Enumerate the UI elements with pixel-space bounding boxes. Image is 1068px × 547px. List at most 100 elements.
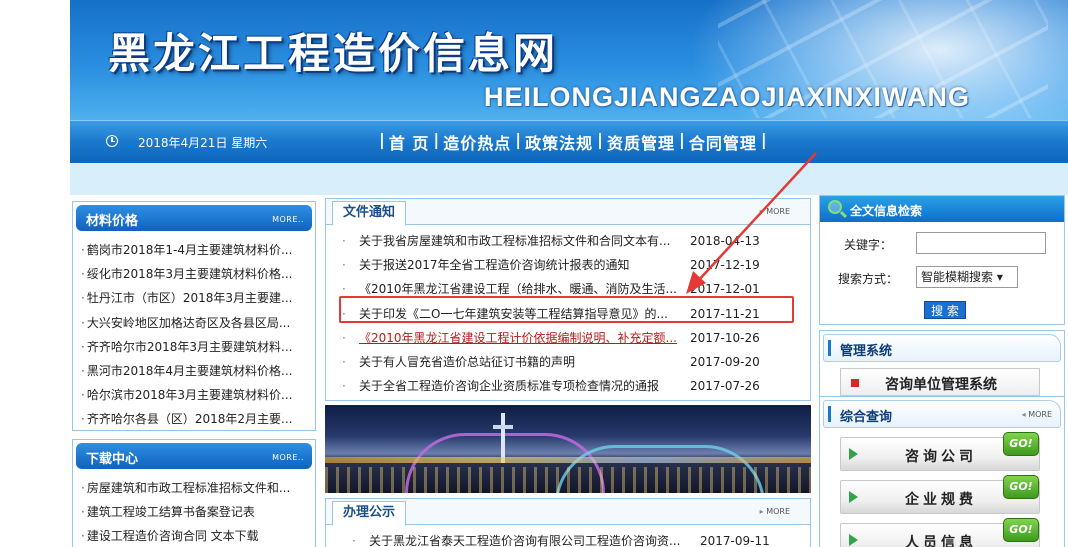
nav-separator: | (679, 130, 685, 149)
notice-date: 2017-12-19 (690, 258, 760, 273)
search-icon (828, 200, 842, 214)
bullet: · (342, 330, 346, 345)
list-item[interactable]: 建设工程造价咨询合同 文本下载 (81, 524, 309, 547)
materials-header: 材料价格 MORE.. (76, 205, 312, 231)
table-row[interactable]: · 《2010年黑龙江省建设工程计价依据编制说明、补充定额... 2017-10… (326, 326, 810, 350)
nav-separator: | (515, 130, 522, 149)
downloads-title: 下载中心 (86, 452, 139, 467)
nav-separator: | (760, 130, 767, 149)
publicity-tabbar: 办理公示 MORE (326, 499, 810, 526)
publicity-panel: 办理公示 MORE · 关于黑龙江省泰天工程造价咨询有限公司工程造价咨询资...… (325, 498, 811, 547)
list-item[interactable]: 绥化市2018年3月主要建筑材料价格... (81, 262, 309, 286)
tab-notices[interactable]: 文件通知 (332, 201, 407, 226)
downloads-panel: 下载中心 MORE.. 房屋建筑和市政工程标准招标文件和... 建筑工程竣工结算… (72, 439, 316, 547)
nav-separator: | (379, 130, 385, 149)
enterprise-fees-button[interactable]: 企业规费 GO! (840, 475, 1040, 514)
table-row[interactable]: · 关于全省工程造价咨询企业资质标准专项检查情况的通报 2017-07-26 (326, 374, 810, 398)
publicity-more-link[interactable]: MORE (760, 507, 790, 516)
notice-date: 2018-04-13 (690, 234, 760, 248)
search-button[interactable]: 搜 索 (924, 301, 966, 319)
list-item[interactable]: 大兴安岭地区加格达奇区及各县区局... (81, 311, 309, 335)
query-more-link[interactable]: MORE (1022, 410, 1052, 419)
header-accent (828, 406, 831, 422)
nav-contract[interactable]: 合同管理 (689, 130, 757, 154)
notices-more-link[interactable]: MORE (760, 207, 790, 216)
notice-date: 2017-10-26 (690, 330, 760, 345)
keyword-label: 关键字： (844, 238, 893, 252)
photo-tower (501, 413, 505, 463)
list-item[interactable]: 牡丹江市（市区）2018年3月主要建... (81, 286, 309, 310)
downloads-list: 房屋建筑和市政工程标准招标文件和... 建筑工程竣工结算书备案登记表 建设工程造… (73, 472, 315, 547)
nav-policy[interactable]: 政策法规 (525, 130, 593, 154)
go-badge: GO! (1003, 475, 1039, 499)
notice-title[interactable]: 关于有人冒充省造价总站征订书籍的声明 (359, 350, 679, 374)
bridge-night-photo (325, 405, 811, 493)
site-title: 黑龙江工程造价信息网 (108, 29, 559, 78)
search-mode-select[interactable]: 智能模糊搜索 ▾ (916, 266, 1018, 288)
current-date: 2018年4月21日 星期六 (138, 136, 268, 150)
table-row[interactable]: · 关于有人冒充省造价总站征订书籍的声明 2017-09-20 (326, 350, 810, 374)
search-panel: 全文信息检索 关键字： 搜索方式： 智能模糊搜索 ▾ 搜 索 (819, 195, 1065, 325)
table-row[interactable]: · 关于报送2017年全省工程造价咨询统计报表的通知 2017-12-19 (326, 253, 810, 277)
nav-separator: | (433, 130, 440, 149)
materials-panel: 材料价格 MORE.. 鹤岗市2018年1-4月主要建筑材料价... 绥化市20… (72, 201, 316, 431)
list-item[interactable]: 哈尔滨市2018年3月主要建筑材料价... (81, 383, 309, 407)
list-item[interactable]: 建筑工程竣工结算书备案登记表 (81, 500, 309, 524)
photo-lights (325, 467, 811, 493)
notice-title[interactable]: 关于报送2017年全省工程造价咨询统计报表的通知 (359, 253, 679, 277)
consulting-unit-system-button[interactable]: 咨询单位管理系统 (840, 368, 1040, 396)
list-item[interactable]: 房屋建筑和市政工程标准招标文件和... (81, 476, 309, 500)
publicity-title[interactable]: 关于黑龙江省泰天工程造价咨询有限公司工程造价咨询资... (369, 529, 689, 547)
nav-menu: | 首 页 | 造价热点 | 政策法规 | 资质管理 | 合同管理 | (375, 130, 771, 154)
nav-qualification[interactable]: 资质管理 (607, 130, 675, 154)
table-row[interactable]: · 关于我省房屋建筑和市政工程标准招标文件和合同文本有... 2018-04-1… (326, 229, 810, 253)
management-header: 管理系统 (823, 334, 1061, 362)
materials-more-link[interactable]: MORE.. (272, 215, 304, 224)
nav-cost-hotspot[interactable]: 造价热点 (443, 130, 511, 154)
search-header: 全文信息检索 (820, 196, 1064, 222)
bullet: · (352, 534, 356, 547)
bullet: · (342, 379, 346, 394)
list-item[interactable]: 齐齐哈尔各县（区）2018年2月主要... (81, 407, 309, 431)
publicity-list: · 关于黑龙江省泰天工程造价咨询有限公司工程造价咨询资... 2017-09-1… (326, 525, 810, 547)
consulting-company-button[interactable]: 咨询公司 GO! (840, 432, 1040, 471)
notice-date: 2017-07-26 (690, 379, 760, 394)
personnel-info-button[interactable]: 人员信息 GO! (840, 518, 1040, 547)
list-item[interactable]: 齐齐哈尔市2018年3月主要建筑材料... (81, 335, 309, 359)
materials-title: 材料价格 (86, 214, 139, 229)
notice-title[interactable]: 《2010年黑龙江省建设工程计价依据编制说明、补充定额... (359, 326, 679, 350)
keyword-input[interactable] (916, 232, 1046, 254)
highlight-box (339, 296, 794, 323)
notices-tabbar: 文件通知 MORE (326, 199, 810, 226)
tab-publicity[interactable]: 办理公示 (332, 501, 407, 526)
nav-separator: | (597, 130, 603, 149)
notice-title[interactable]: 关于我省房屋建筑和市政工程标准招标文件和合同文本有... (359, 229, 679, 253)
query-title: 综合查询 (840, 410, 893, 425)
photo-horizon (325, 457, 811, 463)
list-item[interactable]: 黑河市2018年4月主要建筑材料价格... (81, 359, 309, 383)
notice-title[interactable]: 关于全省工程造价咨询企业资质标准专项检查情况的通报 (359, 374, 679, 398)
consulting-unit-system-label: 咨询单位管理系统 (885, 377, 997, 393)
site-subtitle: HEILONGJIANGZAOJIAXINXIWANG (484, 82, 971, 112)
search-mode-label: 搜索方式： (838, 272, 899, 286)
nav-home[interactable]: 首 页 (389, 130, 430, 154)
materials-list: 鹤岗市2018年1-4月主要建筑材料价... 绥化市2018年3月主要建筑材料价… (73, 234, 315, 432)
main-nav: 2018年4月21日 星期六 | 首 页 | 造价热点 | 政策法规 | 资质管… (70, 120, 1068, 163)
notice-date: 2017-09-20 (690, 354, 760, 369)
list-item[interactable]: 鹤岗市2018年1-4月主要建筑材料价... (81, 238, 309, 262)
query-panel: 综合查询 MORE 咨询公司 GO! 企业规费 GO! 人员信息 GO! (819, 396, 1065, 547)
publicity-date: 2017-09-11 (700, 534, 770, 547)
sub-bar (70, 163, 1068, 195)
table-row[interactable]: · 关于黑龙江省泰天工程造价咨询有限公司工程造价咨询资... 2017-09-1… (326, 529, 810, 547)
photo-tower (493, 425, 513, 429)
downloads-more-link[interactable]: MORE.. (272, 453, 304, 462)
go-badge: GO! (1003, 432, 1039, 456)
bullet: · (342, 258, 346, 273)
search-title: 全文信息检索 (850, 204, 923, 218)
query-header: 综合查询 MORE (823, 400, 1061, 428)
downloads-header: 下载中心 MORE.. (76, 443, 312, 469)
bullet: · (342, 354, 346, 369)
clock-icon (106, 135, 118, 147)
management-panel: 管理系统 咨询单位管理系统 (819, 330, 1065, 398)
go-badge: GO! (1003, 518, 1039, 542)
